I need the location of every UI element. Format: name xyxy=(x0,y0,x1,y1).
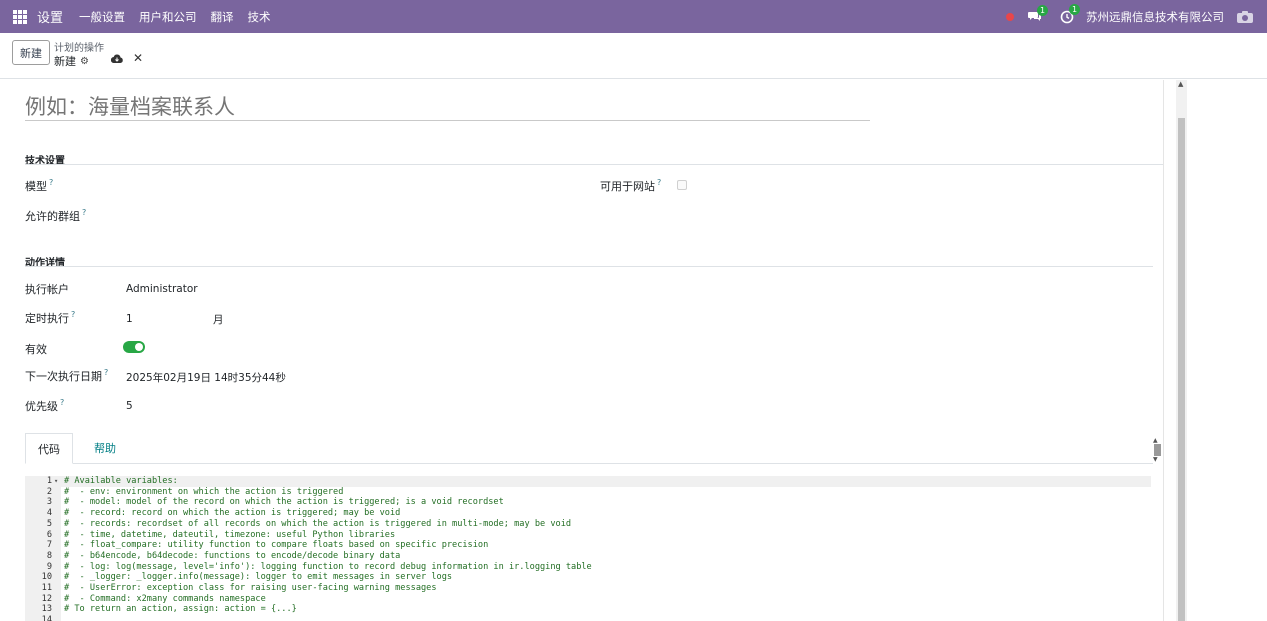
line-number: 6 xyxy=(46,529,52,540)
form-sheet: 技术设置 模型? 可用于网站? 允许的群组? 动作详情 执行帐户 Adminis… xyxy=(13,80,1164,621)
active-toggle[interactable] xyxy=(123,341,145,353)
line-number: 3 xyxy=(46,497,52,508)
user-label: 执行帐户 xyxy=(25,283,69,296)
code-text: # - _logger: _logger.info(message): logg… xyxy=(64,572,453,583)
notebook-tabs: 代码 帮助 xyxy=(25,433,1153,464)
user-avatar-icon[interactable] xyxy=(1236,10,1254,24)
code-line[interactable]: 13 # To return an action, assign: action … xyxy=(25,604,1151,615)
code-line[interactable]: 7 # - float_compare: utility function to … xyxy=(25,540,1151,551)
apps-menu-icon[interactable] xyxy=(13,9,27,24)
app-brand[interactable]: 设置 xyxy=(37,7,63,26)
new-button[interactable]: 新建 xyxy=(12,40,50,65)
line-number: 1 xyxy=(46,476,52,486)
code-line[interactable]: 10 # - _logger: _logger.info(message): lo… xyxy=(25,572,1151,583)
inner-scrollbar[interactable]: ▲ ▼ xyxy=(1153,437,1161,463)
line-number: 12 xyxy=(41,593,52,604)
code-text: # - Command: x2many commands namespace xyxy=(64,593,266,604)
menu-users-companies[interactable]: 用户和公司 xyxy=(139,9,197,25)
line-number: 10 xyxy=(41,572,52,583)
line-number: 9 xyxy=(46,561,52,572)
code-line[interactable]: 2 # - env: environment on which the actio… xyxy=(25,487,1151,498)
company-switcher[interactable]: 苏州远鼎信息技术有限公司 xyxy=(1086,9,1224,25)
save-cloud-icon[interactable] xyxy=(110,54,123,64)
code-line[interactable]: 11 # - UserError: exception class for rai… xyxy=(25,583,1151,594)
scroll-up-arrow-icon[interactable]: ▲ xyxy=(1153,437,1158,444)
fold-arrow-icon[interactable]: ▾ xyxy=(54,476,58,487)
action-name-input[interactable] xyxy=(25,93,870,121)
line-number: 4 xyxy=(46,508,52,519)
interval-number-field[interactable]: 1 xyxy=(126,313,133,325)
page-scroll-thumb[interactable] xyxy=(1178,118,1185,621)
groups-label: 允许的群组? xyxy=(25,208,87,223)
breadcrumb-parent[interactable]: 计划的操作 xyxy=(54,39,104,54)
code-line[interactable]: 3 # - model: model of the record on which… xyxy=(25,497,1151,508)
line-number: 5 xyxy=(46,518,52,529)
priority-field[interactable]: 5 xyxy=(126,400,133,412)
line-number: 13 xyxy=(41,604,52,615)
code-text: # - float_compare: utility function to c… xyxy=(64,540,489,551)
user-field[interactable]: Administrator xyxy=(126,283,198,295)
code-line[interactable]: 5 # - records: recordset of all records o… xyxy=(25,519,1151,530)
line-number: 8 xyxy=(46,550,52,561)
activity-clock-icon[interactable]: 1 xyxy=(1060,3,1081,24)
line-number: 14 xyxy=(41,615,52,621)
line-number: 11 xyxy=(41,583,52,593)
code-text: # - log: log(message, level='info'): log… xyxy=(64,561,592,572)
page-scroll-up-arrow-icon[interactable]: ▲ xyxy=(1178,80,1183,88)
priority-label: 优先级? xyxy=(25,398,65,413)
code-text: # - env: environment on which the action… xyxy=(64,486,344,497)
nextcall-field[interactable]: 2025年02月19日 14时35分44秒 xyxy=(126,370,286,385)
tab-code[interactable]: 代码 xyxy=(25,433,73,464)
website-checkbox[interactable] xyxy=(677,180,687,190)
tab-help[interactable]: 帮助 xyxy=(85,433,125,464)
code-text: # - b64encode, b64decode: functions to e… xyxy=(64,550,401,561)
code-line[interactable]: 1 ▾ # Available variables: xyxy=(25,476,1151,487)
scroll-thumb[interactable] xyxy=(1154,444,1161,456)
activity-badge: 1 xyxy=(1069,3,1081,15)
top-navbar: 设置 一般设置 用户和公司 翻译 技术 1 1 苏州远鼎信息技术有限公司 xyxy=(0,0,1267,33)
chat-badge: 1 xyxy=(1037,4,1049,16)
code-line[interactable]: 12 # - Command: x2many commands namespace xyxy=(25,594,1151,605)
chat-icon[interactable]: 1 xyxy=(1028,4,1049,23)
line-number: 2 xyxy=(46,486,52,497)
code-text: # - records: recordset of all records on… xyxy=(64,518,572,529)
interval-label: 定时执行? xyxy=(25,310,76,325)
code-text: # To return an action, assign: action = … xyxy=(64,604,297,615)
gear-icon[interactable]: ⚙ xyxy=(80,56,89,67)
page-scrollbar[interactable]: ▲ xyxy=(1176,80,1187,621)
breadcrumb-current-label: 新建 xyxy=(54,55,76,68)
interval-unit-select[interactable]: 月 xyxy=(213,312,224,327)
menu-translations[interactable]: 翻译 xyxy=(211,9,234,25)
active-label: 有效 xyxy=(25,343,47,356)
code-line[interactable]: 4 # - record: record on which the action … xyxy=(25,508,1151,519)
code-line[interactable]: 6 # - time, datetime, dateutil, timezone:… xyxy=(25,530,1151,541)
model-label: 模型? xyxy=(25,178,54,193)
section-divider xyxy=(25,266,1153,267)
code-line[interactable]: 8 # - b64encode, b64decode: functions to … xyxy=(25,551,1151,562)
code-text: # - record: record on which the action i… xyxy=(64,508,401,519)
code-line[interactable]: 9 # - log: log(message, level='info'): lo… xyxy=(25,562,1151,573)
code-line[interactable]: 14 xyxy=(25,615,1151,621)
code-editor[interactable]: 1 ▾ # Available variables: 2 # - env: enviro… xyxy=(25,476,1151,621)
breadcrumb-current: 新建 ⚙ xyxy=(54,53,89,69)
control-panel: 新建 计划的操作 新建 ⚙ ✕ xyxy=(0,33,1267,79)
nextcall-label: 下一次执行日期? xyxy=(25,368,109,383)
menu-technical[interactable]: 技术 xyxy=(248,9,271,25)
code-text: # - time, datetime, dateutil, timezone: … xyxy=(64,529,396,540)
scroll-down-arrow-icon[interactable]: ▼ xyxy=(1153,456,1158,463)
menu-general-settings[interactable]: 一般设置 xyxy=(79,9,125,25)
code-text: # - UserError: exception class for raisi… xyxy=(64,583,437,593)
debug-bug-icon[interactable] xyxy=(1006,12,1014,21)
code-text: # - model: model of the record on which … xyxy=(64,497,504,508)
section-divider xyxy=(25,164,1163,165)
website-label: 可用于网站? xyxy=(600,178,662,193)
code-text: # Available variables: xyxy=(64,476,178,486)
discard-close-icon[interactable]: ✕ xyxy=(133,51,143,65)
line-number: 7 xyxy=(46,540,52,551)
